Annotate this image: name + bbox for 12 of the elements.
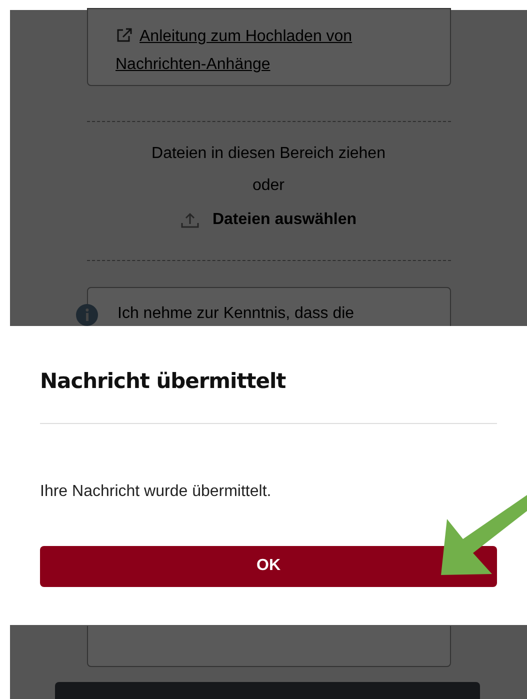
ok-button[interactable]: OK [40,546,497,586]
guide-link[interactable]: Anleitung zum Hochladen von Nachrichten-Anhänge [116,23,422,79]
dropzone-separator: oder [252,176,285,196]
notice-text: Ich nehme zur Kenntnis, dass die [118,304,354,324]
external-link-icon [116,28,132,42]
dropzone[interactable]: Dateien in diesen Bereich ziehen oder Dateien auswählen [86,121,450,261]
dropzone-text: Dateien in diesen Bereich ziehen [152,144,386,164]
info-icon [76,304,98,326]
upload-icon [180,212,200,228]
choose-files-button[interactable]: Dateien auswählen [180,208,357,232]
dialog-title: Nachricht übermittelt [40,368,287,395]
dialog-message: Ihre Nachricht wurde übermittelt. [40,482,272,502]
